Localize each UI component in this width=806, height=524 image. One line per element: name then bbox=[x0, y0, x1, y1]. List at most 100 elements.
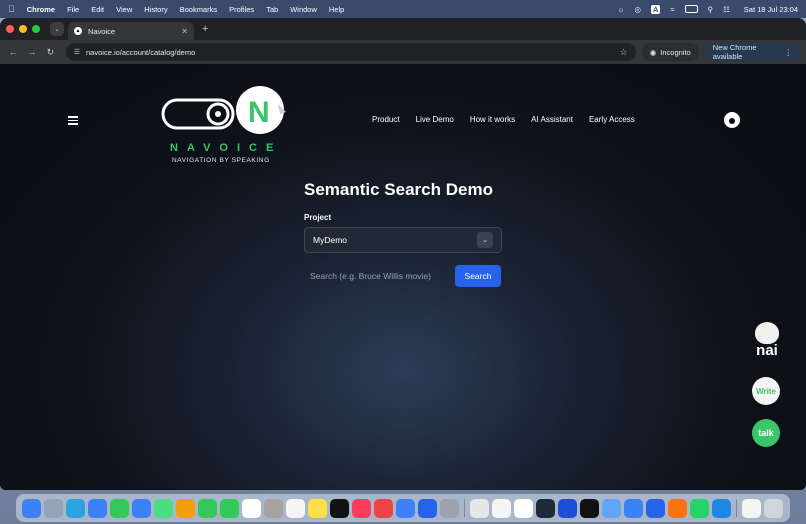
whatsapp-icon[interactable] bbox=[690, 498, 709, 518]
claude-icon[interactable] bbox=[668, 498, 687, 518]
proxyman-icon[interactable] bbox=[624, 498, 643, 518]
status-area: ☼ ◎ A ≈ ⚲ ☷ Sat 18 Jul 23:04 bbox=[618, 4, 798, 14]
nav-product[interactable]: Product bbox=[372, 115, 400, 124]
phone-icon[interactable] bbox=[220, 498, 239, 518]
new-tab-button[interactable]: + bbox=[202, 23, 208, 35]
minimize-window-button[interactable] bbox=[19, 25, 27, 33]
trash-icon[interactable] bbox=[764, 498, 783, 518]
close-window-button[interactable] bbox=[6, 25, 14, 33]
search-button[interactable]: Search bbox=[455, 265, 501, 287]
photos-icon[interactable] bbox=[176, 498, 195, 518]
pages-icon[interactable] bbox=[418, 498, 437, 518]
mail-icon[interactable] bbox=[132, 498, 151, 518]
update-chrome-button[interactable]: New Chrome available ⋮ bbox=[704, 43, 800, 61]
nav-how-it-works[interactable]: How it works bbox=[470, 115, 515, 124]
menu-view[interactable]: View bbox=[116, 5, 132, 14]
menu-edit[interactable]: Edit bbox=[91, 5, 104, 14]
spotlight-icon[interactable]: ⚲ bbox=[708, 5, 714, 14]
web-page: N NAVOICE NAVIGATION BY SPEAKING Product… bbox=[0, 64, 806, 490]
reload-button[interactable]: ↻ bbox=[43, 47, 58, 58]
tab-strip: ⌄ ▲ Navoice ✕ + bbox=[0, 18, 806, 40]
incognito-indicator[interactable]: ◉ Incognito bbox=[641, 43, 699, 61]
menu-profiles[interactable]: Profiles bbox=[229, 5, 254, 14]
dock-separator bbox=[736, 499, 737, 517]
activity-monitor-icon[interactable] bbox=[580, 498, 599, 518]
menu-file[interactable]: File bbox=[67, 5, 79, 14]
control-center-icon[interactable]: ☷ bbox=[723, 5, 730, 14]
chatgpt-icon[interactable] bbox=[514, 498, 533, 518]
chevron-down-icon: ⌄ bbox=[54, 26, 60, 33]
nai-widget[interactable]: nai bbox=[750, 322, 784, 366]
vscode-icon[interactable] bbox=[712, 498, 731, 518]
vpn-icon[interactable]: ◎ bbox=[634, 5, 641, 14]
menu-bar:  Chrome File Edit View History Bookmark… bbox=[0, 0, 806, 18]
finder-icon[interactable] bbox=[22, 498, 41, 518]
project-label: Project bbox=[304, 213, 332, 222]
dock bbox=[16, 494, 790, 522]
input-source-icon[interactable]: A bbox=[651, 4, 661, 14]
dock-separator bbox=[464, 499, 465, 517]
battery-icon[interactable] bbox=[684, 5, 698, 13]
chrome-icon[interactable] bbox=[492, 498, 511, 518]
reminders-icon[interactable] bbox=[286, 498, 305, 518]
contacts-icon[interactable] bbox=[264, 498, 283, 518]
facetime-icon[interactable] bbox=[198, 498, 217, 518]
proton-vpn-icon[interactable] bbox=[558, 498, 577, 518]
nav-ai-assistant[interactable]: AI Assistant bbox=[531, 115, 573, 124]
appstore-icon[interactable] bbox=[396, 498, 415, 518]
preview-icon[interactable] bbox=[470, 498, 489, 518]
chevron-down-icon[interactable]: ⌄ bbox=[477, 232, 493, 248]
menu-app-name[interactable]: Chrome bbox=[27, 5, 55, 14]
brand-tagline: NAVIGATION BY SPEAKING bbox=[172, 157, 270, 164]
project-select[interactable]: MyDemo ⌄ bbox=[304, 227, 502, 253]
tv-icon[interactable] bbox=[330, 498, 349, 518]
close-tab-icon[interactable]: ✕ bbox=[181, 27, 188, 36]
more-menu-icon[interactable]: ⋮ bbox=[784, 48, 792, 57]
menu-bookmarks[interactable]: Bookmarks bbox=[180, 5, 218, 14]
wifi-icon[interactable]: ≈ bbox=[670, 5, 674, 14]
menu-help[interactable]: Help bbox=[329, 5, 344, 14]
menu-tab[interactable]: Tab bbox=[266, 5, 278, 14]
tab-navoice[interactable]: ▲ Navoice ✕ bbox=[68, 22, 194, 40]
forward-button[interactable]: → bbox=[25, 47, 40, 57]
calendar-icon[interactable] bbox=[242, 498, 261, 518]
search-input[interactable] bbox=[304, 265, 450, 287]
tab-search-button[interactable]: ⌄ bbox=[50, 22, 64, 36]
testflight-icon[interactable] bbox=[374, 498, 393, 518]
site-info-icon[interactable]: ☰ bbox=[74, 48, 80, 56]
address-bar[interactable]: ☰ navoice.io/account/catalog/demo ☆ bbox=[65, 43, 636, 61]
music-icon[interactable] bbox=[352, 498, 371, 518]
talk-button[interactable]: talk bbox=[752, 419, 780, 447]
brightness-icon[interactable]: ☼ bbox=[618, 5, 625, 14]
bookmark-star-icon[interactable]: ☆ bbox=[620, 47, 628, 58]
notes-icon[interactable] bbox=[308, 498, 327, 518]
nav-early-access[interactable]: Early Access bbox=[589, 115, 635, 124]
url-text[interactable]: navoice.io/account/catalog/demo bbox=[86, 48, 195, 57]
menu-window[interactable]: Window bbox=[290, 5, 317, 14]
menu-history[interactable]: History bbox=[144, 5, 167, 14]
launchpad-icon[interactable] bbox=[44, 498, 63, 518]
safari-icon[interactable] bbox=[88, 498, 107, 518]
site-nav: Product Live Demo How it works AI Assist… bbox=[372, 115, 635, 124]
write-button[interactable]: Write bbox=[752, 377, 780, 405]
diskutility-icon[interactable] bbox=[602, 498, 621, 518]
document-icon[interactable] bbox=[742, 498, 761, 518]
window-controls bbox=[6, 25, 40, 33]
page-title: Semantic Search Demo bbox=[304, 180, 493, 199]
nai-label: nai bbox=[756, 342, 778, 359]
xcode-icon[interactable] bbox=[646, 498, 665, 518]
back-button[interactable]: ← bbox=[6, 47, 21, 57]
messages-icon[interactable] bbox=[110, 498, 129, 518]
menu-clock[interactable]: Sat 18 Jul 23:04 bbox=[744, 5, 798, 14]
maps-icon[interactable] bbox=[154, 498, 173, 518]
terminal-icon[interactable] bbox=[536, 498, 555, 518]
hamburger-menu-icon[interactable] bbox=[68, 116, 78, 127]
nav-live-demo[interactable]: Live Demo bbox=[416, 115, 454, 124]
settings-icon[interactable] bbox=[440, 498, 459, 518]
zoom-window-button[interactable] bbox=[32, 25, 40, 33]
apple-menu-icon[interactable]:  bbox=[8, 4, 15, 14]
user-account-icon[interactable] bbox=[724, 112, 740, 128]
telegram-icon[interactable] bbox=[66, 498, 85, 518]
nai-mascot-icon bbox=[755, 322, 779, 344]
svg-text:N: N bbox=[248, 96, 270, 129]
